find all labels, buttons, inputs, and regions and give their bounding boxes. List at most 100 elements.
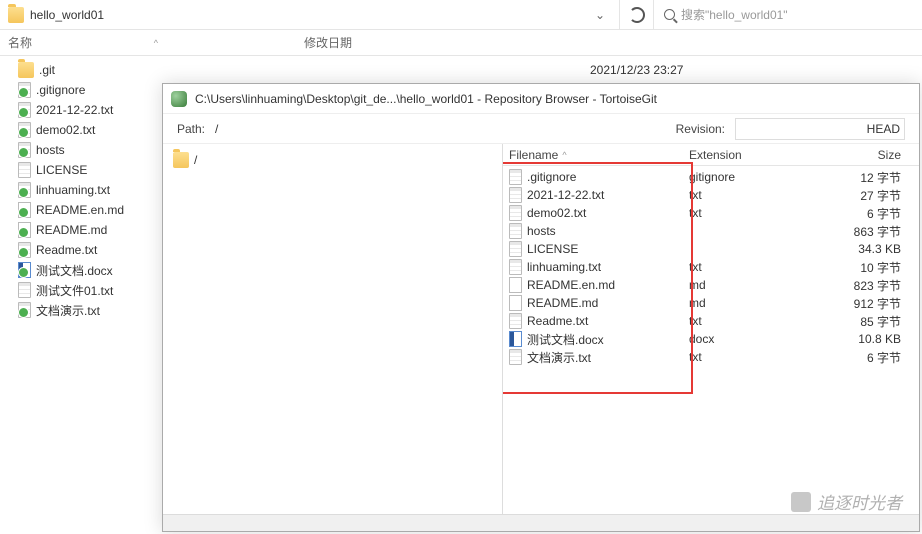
table-row[interactable]: 文档演示.txttxt6 字节 xyxy=(503,348,919,366)
list-item[interactable]: .git 2021/12/23 23:27 xyxy=(14,60,922,80)
folder-icon xyxy=(173,152,189,168)
file-list-pane: Filename ^ Extension Size .gitignoregiti… xyxy=(503,144,919,531)
table-row[interactable]: hosts 863 字节 xyxy=(503,222,919,240)
search-input[interactable]: 搜索"hello_world01" xyxy=(654,6,922,23)
file-size: 823 字节 xyxy=(789,277,919,294)
file-ext: txt xyxy=(689,188,789,202)
file-icon xyxy=(18,262,31,278)
chevron-down-icon[interactable]: ⌄ xyxy=(589,8,611,22)
file-name: 2021-12-22.txt xyxy=(36,103,113,117)
revision-label: Revision: xyxy=(676,122,725,136)
file-name: .gitignore xyxy=(527,170,576,184)
file-ext: txt xyxy=(689,206,789,220)
file-name: Readme.txt xyxy=(36,243,97,257)
file-icon xyxy=(509,205,522,221)
column-size[interactable]: Size xyxy=(789,148,919,162)
file-icon xyxy=(509,331,522,347)
window-titlebar[interactable]: C:\Users\linhuaming\Desktop\git_de...\he… xyxy=(163,84,919,114)
file-size: 85 字节 xyxy=(789,313,919,330)
column-filename-label: Filename xyxy=(509,148,558,162)
folder-icon xyxy=(8,7,24,23)
file-icon xyxy=(18,222,31,238)
table-row[interactable]: demo02.txttxt6 字节 xyxy=(503,204,919,222)
column-size-label: Size xyxy=(878,148,901,162)
file-ext: txt xyxy=(689,314,789,328)
file-size: 10 字节 xyxy=(789,259,919,276)
revision-input[interactable]: HEAD xyxy=(735,118,905,140)
horizontal-scrollbar[interactable] xyxy=(163,514,919,531)
file-icon xyxy=(18,182,31,198)
file-icon xyxy=(18,82,31,98)
repo-browser-body: / Filename ^ Extension Size .gitignoregi… xyxy=(163,144,919,531)
file-name: hosts xyxy=(36,143,65,157)
file-icon xyxy=(18,102,31,118)
file-ext: txt xyxy=(689,260,789,274)
table-row[interactable]: README.en.mdmd823 字节 xyxy=(503,276,919,294)
refresh-button[interactable] xyxy=(620,0,654,29)
file-icon xyxy=(18,142,31,158)
file-name: linhuaming.txt xyxy=(527,260,601,274)
path-revision-bar: Path: / Revision: HEAD xyxy=(163,114,919,144)
file-size: 27 字节 xyxy=(789,187,919,204)
file-name: README.en.md xyxy=(36,203,124,217)
table-row[interactable]: linhuaming.txt txt10 字节 xyxy=(503,258,919,276)
sort-asc-icon: ^ xyxy=(562,150,566,160)
file-icon xyxy=(509,277,522,293)
refresh-icon xyxy=(629,7,645,23)
breadcrumb-dropdown[interactable]: hello_world01 ⌄ xyxy=(0,0,620,29)
file-name: LICENSE xyxy=(36,163,87,177)
table-row[interactable]: Readme.txttxt85 字节 xyxy=(503,312,919,330)
file-name: 测试文档.docx xyxy=(527,331,604,348)
file-size: 912 字节 xyxy=(789,295,919,312)
file-size: 12 字节 xyxy=(789,169,919,186)
search-placeholder: 搜索"hello_world01" xyxy=(681,6,788,23)
file-icon xyxy=(509,241,522,257)
column-name-label: 名称 xyxy=(8,34,32,51)
file-icon xyxy=(509,349,522,365)
column-name-header[interactable]: 名称 ^ xyxy=(8,34,288,51)
file-name: README.en.md xyxy=(527,278,615,292)
breadcrumb-title: hello_world01 xyxy=(30,8,589,22)
file-icon xyxy=(18,122,31,138)
tree-pane[interactable]: / xyxy=(163,144,503,531)
folder-icon xyxy=(18,62,34,78)
file-name: 文档演示.txt xyxy=(527,349,591,366)
file-icon xyxy=(509,295,522,311)
path-value[interactable]: / xyxy=(215,122,666,136)
column-extension[interactable]: Extension xyxy=(689,148,789,162)
file-name: 文档演示.txt xyxy=(36,302,100,319)
list-columns: Filename ^ Extension Size xyxy=(503,144,919,166)
table-row[interactable]: 2021-12-22.txttxt27 字节 xyxy=(503,186,919,204)
window-title: C:\Users\linhuaming\Desktop\git_de...\he… xyxy=(195,92,657,106)
table-row[interactable]: 测试文档.docxdocx10.8 KB xyxy=(503,330,919,348)
file-size: 863 字节 xyxy=(789,223,919,240)
column-filename[interactable]: Filename ^ xyxy=(509,148,689,162)
file-date: 2021/12/23 23:27 xyxy=(590,63,683,77)
file-name: 测试文档.docx xyxy=(36,262,113,279)
table-row[interactable]: .gitignoregitignore12 字节 xyxy=(503,168,919,186)
tree-root-label: / xyxy=(194,153,197,167)
file-size: 10.8 KB xyxy=(789,332,919,346)
file-name: README.md xyxy=(527,296,598,310)
file-name: demo02.txt xyxy=(527,206,586,220)
file-icon xyxy=(18,242,31,258)
file-ext: md xyxy=(689,296,789,310)
file-icon xyxy=(18,202,31,218)
file-size: 34.3 KB xyxy=(789,242,919,256)
repo-file-list: .gitignoregitignore12 字节 2021-12-22.txtt… xyxy=(503,166,919,366)
file-icon xyxy=(18,302,31,318)
table-row[interactable]: README.md md912 字节 xyxy=(503,294,919,312)
file-name: README.md xyxy=(36,223,107,237)
explorer-toolbar: hello_world01 ⌄ 搜索"hello_world01" xyxy=(0,0,922,30)
tree-root-item[interactable]: / xyxy=(169,150,496,170)
file-icon xyxy=(18,282,31,298)
sort-asc-icon: ^ xyxy=(154,38,158,48)
explorer-columns: 名称 ^ 修改日期 xyxy=(0,30,922,56)
column-date-header[interactable]: 修改日期 xyxy=(288,34,352,51)
table-row[interactable]: LICENSE34.3 KB xyxy=(503,240,919,258)
column-extension-label: Extension xyxy=(689,148,742,162)
file-name: .gitignore xyxy=(36,83,85,97)
file-icon xyxy=(509,313,522,329)
file-name: linhuaming.txt xyxy=(36,183,110,197)
file-name: hosts xyxy=(527,224,556,238)
